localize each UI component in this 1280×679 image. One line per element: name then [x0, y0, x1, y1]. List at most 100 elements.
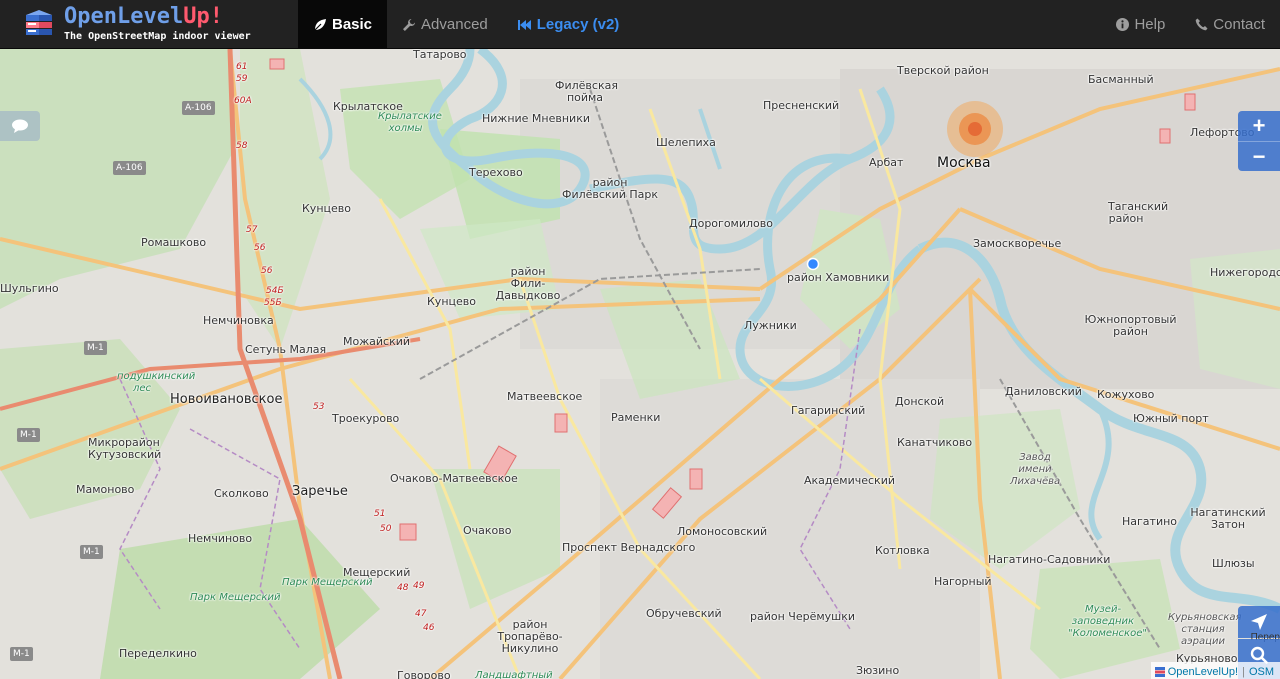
- map-label: Раменки: [611, 411, 661, 424]
- map-label: Басманный: [1088, 73, 1154, 86]
- map-label: Академический: [804, 474, 895, 487]
- map-label: район Тропарёво-Никулино: [497, 618, 563, 655]
- map-label: Троекурово: [332, 412, 400, 425]
- map-label: Канатчиково: [897, 436, 973, 449]
- map-label: Шелепиха: [656, 136, 716, 149]
- road-number: 56: [261, 266, 273, 276]
- road-number: 55Б: [264, 298, 282, 308]
- brand-title: OpenLevelUp!: [64, 4, 223, 29]
- openlevelup-mini-logo-icon: [1154, 666, 1165, 677]
- map-label: Нижегородский: [1210, 266, 1280, 279]
- map-label: Тверской район: [897, 64, 989, 77]
- map-label: Заречье: [292, 484, 348, 499]
- contact-link[interactable]: Contact: [1180, 0, 1280, 49]
- road-number: 58: [236, 141, 248, 151]
- map-label: Зюзино: [856, 664, 900, 677]
- info-circle-icon: [1116, 18, 1130, 31]
- map-view[interactable]: Татарово Крылатское Крылатские холмы Фил…: [0, 49, 1280, 679]
- map-label: район Фили-Давыдково: [495, 265, 561, 302]
- map-label: Шульгино: [0, 282, 59, 295]
- feedback-button[interactable]: [0, 111, 40, 141]
- map-label: Очаково-Матвеевское: [390, 472, 518, 485]
- map-label: Нагорный: [934, 575, 992, 588]
- map-label: Немчиновка: [203, 314, 274, 327]
- map-label: Ландшафтный: [475, 670, 553, 679]
- map-label: Сетунь Малая: [245, 343, 327, 356]
- map-label: Новоивановское: [170, 392, 283, 407]
- road-shield: М-1: [84, 341, 107, 355]
- phone-icon: [1195, 18, 1208, 31]
- road-number: 54Б: [266, 286, 284, 296]
- road-number: 61: [236, 62, 248, 72]
- road-number: 48: [397, 583, 409, 593]
- map-label: Мамоново: [76, 483, 135, 496]
- map-label: Котловка: [875, 544, 930, 557]
- map-label: Говорово: [397, 669, 451, 679]
- map-label: Нагатинский Затон: [1190, 506, 1266, 531]
- stacked-levels-logo-icon: [26, 10, 52, 35]
- road-number: 53: [313, 402, 325, 412]
- map-label: Шлюзы: [1212, 557, 1255, 570]
- map-label: Матвеевское: [507, 390, 583, 403]
- map-label: Курьяновская станция аэрации: [1168, 612, 1242, 647]
- map-label: район Черёмушки: [750, 610, 856, 623]
- map-label: Ромашково: [141, 236, 207, 249]
- road-number: 59: [236, 74, 248, 84]
- map-tiles: [0, 49, 1280, 679]
- road-shield: М-1: [17, 428, 40, 442]
- map-label: Терехово: [469, 166, 523, 179]
- wrench-icon: [403, 18, 416, 31]
- map-label: Замоскворечье: [973, 237, 1062, 250]
- map-label: Крылатские холмы: [378, 111, 442, 134]
- map-label: Немчиново: [188, 532, 253, 545]
- map-label: Обручевский: [646, 607, 722, 620]
- tab-legacy[interactable]: Legacy (v2): [503, 0, 635, 49]
- map-label: Нагатино-Садовники: [988, 553, 1111, 566]
- map-label: Музей-заповедник "Коломенское": [1068, 604, 1147, 639]
- map-label: Кунцево: [302, 202, 351, 215]
- map-label: район Хамовники: [787, 271, 890, 284]
- tab-advanced[interactable]: Advanced: [387, 0, 503, 49]
- road-shield: М-1: [80, 545, 103, 559]
- map-label: Филёвская пойма: [555, 79, 618, 104]
- map-label: Нагатино: [1122, 515, 1178, 528]
- map-label: Кожухово: [1097, 388, 1155, 401]
- zoom-out-button[interactable]: −: [1238, 141, 1280, 171]
- map-label: Арбат: [869, 156, 904, 169]
- map-label: Переделкино: [119, 647, 197, 660]
- attribution-separator: |: [1242, 665, 1245, 678]
- map-label: Гагаринский: [791, 404, 866, 417]
- map-label: Завод имени Лихачёва: [1010, 452, 1061, 487]
- road-number: 57: [246, 225, 258, 235]
- openlevelup-attribution-link[interactable]: OpenLevelUp!: [1168, 666, 1238, 678]
- map-label: Пресненский: [763, 99, 840, 112]
- road-number: 56: [254, 243, 266, 253]
- map-attribution: OpenLevelUp! | OSM: [1150, 662, 1280, 679]
- road-number: 50: [380, 524, 392, 534]
- top-navbar: OpenLevelUp! The OpenStreetMap indoor vi…: [0, 0, 1280, 49]
- map-label: подушкинский лес: [117, 371, 196, 394]
- map-label: район Филёвский Парк: [561, 176, 659, 201]
- zoom-in-button[interactable]: +: [1238, 111, 1280, 141]
- tab-basic[interactable]: Basic: [298, 0, 388, 49]
- road-shield: А-106: [182, 101, 215, 115]
- map-label: Очаково: [463, 524, 512, 537]
- map-label: Дорогомилово: [689, 217, 773, 230]
- map-label: Микрорайон Кутузовский: [88, 436, 162, 461]
- map-label: Таганский район: [1108, 200, 1169, 225]
- map-label: Мещерский: [343, 566, 411, 579]
- road-number: 46: [423, 623, 435, 633]
- location-arrow-icon: [1251, 614, 1267, 630]
- road-number: 51: [374, 509, 386, 519]
- road-number: 60А: [234, 96, 252, 106]
- osm-attribution-link[interactable]: OSM: [1249, 666, 1274, 678]
- map-label: Парк Мещерский: [190, 592, 281, 603]
- map-label: Татарово: [413, 49, 467, 61]
- help-link[interactable]: Help: [1101, 0, 1180, 49]
- brand[interactable]: OpenLevelUp! The OpenStreetMap indoor vi…: [0, 0, 298, 48]
- map-label: Донской: [895, 395, 945, 408]
- leaf-icon: [313, 18, 326, 31]
- speech-bubble-icon: [12, 119, 28, 133]
- map-label: Нижние Мневники: [482, 112, 591, 125]
- map-label: Южный порт: [1133, 412, 1209, 425]
